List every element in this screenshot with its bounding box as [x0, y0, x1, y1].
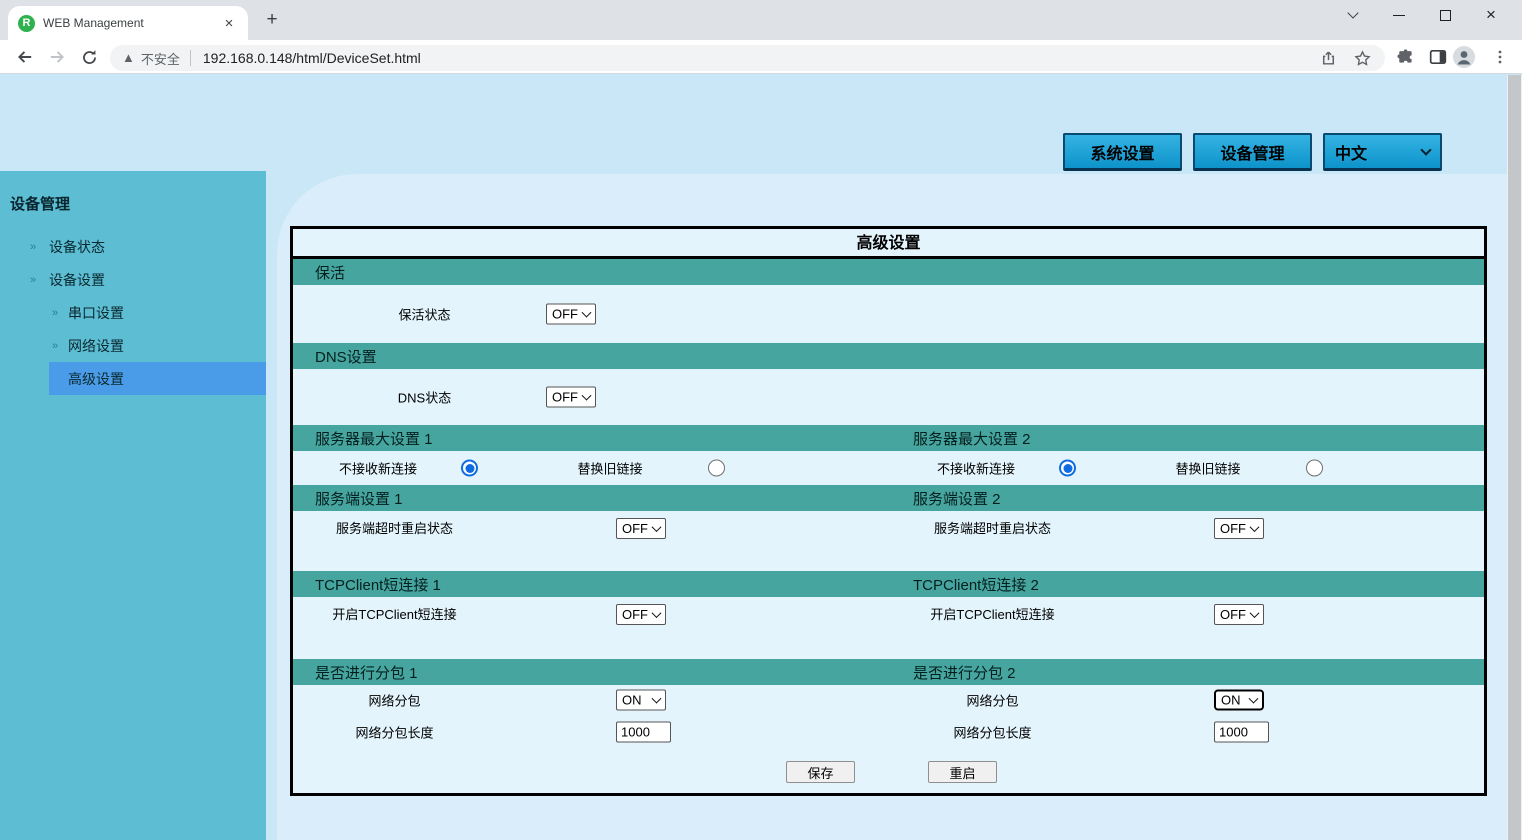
- keepalive-row: 保活状态 OFF: [293, 285, 1484, 343]
- bullet-arrow-icon: »: [52, 307, 58, 319]
- scrollbar-thumb[interactable]: [1508, 75, 1521, 840]
- not-secure-warning-icon[interactable]: ▲: [122, 50, 135, 65]
- keepalive-status-label: 保活状态: [293, 305, 556, 324]
- window-maximize-button[interactable]: [1422, 1, 1468, 29]
- server-side-row: 服务端超时重启状态 OFF 服务端超时重启状态 OFF: [293, 511, 1484, 571]
- no-new-connection-label-1: 不接收新连接: [308, 459, 448, 478]
- device-management-button[interactable]: 设备管理: [1193, 133, 1312, 171]
- server-timeout-label-1: 服务端超时重启状态: [293, 518, 496, 537]
- reload-icon[interactable]: [76, 44, 102, 70]
- tcpclient-enable-label-2: 开启TCPClient短连接: [891, 604, 1094, 623]
- section-tcpclient: TCPClient短连接 1 TCPClient短连接 2: [293, 571, 1484, 597]
- packet-enable-select-2[interactable]: ON: [1214, 690, 1264, 711]
- tab-title: WEB Management: [43, 16, 220, 30]
- language-select[interactable]: 中文: [1323, 133, 1442, 171]
- tcpclient-enable-label-1: 开启TCPClient短连接: [293, 604, 496, 623]
- forward-icon: [44, 44, 70, 70]
- dns-status-select[interactable]: OFF: [546, 387, 596, 408]
- new-tab-button[interactable]: +: [260, 8, 284, 32]
- tcpclient-row: 开启TCPClient短连接 OFF 开启TCPClient短连接 OFF: [293, 597, 1484, 659]
- replace-old-link-radio-2[interactable]: [1306, 460, 1323, 477]
- form-buttons-row: 保存 重启: [293, 749, 1484, 793]
- sidebar-item-network-settings[interactable]: » 网络设置: [0, 329, 266, 362]
- replace-old-link-label-2: 替换旧链接: [1138, 459, 1278, 478]
- sidebar: 设备管理 » 设备状态 » 设备设置 » 串口设置 » 网络设置 高级设置: [0, 171, 266, 840]
- server-timeout-label-2: 服务端超时重启状态: [891, 518, 1094, 537]
- extensions-puzzle-icon[interactable]: [1394, 45, 1418, 69]
- profile-avatar[interactable]: [1452, 45, 1476, 69]
- not-secure-label[interactable]: 不安全: [141, 49, 180, 68]
- sidebar-item-advanced-settings[interactable]: 高级设置: [0, 362, 266, 395]
- content-panel: 高级设置 保活 保活状态 OFF DNS设置 DNS状态 OFF 服务器最大设置…: [277, 174, 1507, 840]
- share-icon[interactable]: [1317, 47, 1339, 69]
- system-settings-button[interactable]: 系统设置: [1063, 133, 1182, 171]
- url-text[interactable]: 192.168.0.148/html/DeviceSet.html: [203, 50, 1305, 66]
- page-scrollbar[interactable]: [1507, 75, 1522, 840]
- bullet-arrow-icon: »: [30, 274, 36, 286]
- section-keepalive: 保活: [293, 259, 1484, 285]
- section-server-max: 服务器最大设置 1 服务器最大设置 2: [293, 425, 1484, 451]
- table-title: 高级设置: [293, 229, 1484, 259]
- tcpclient-enable-select-1[interactable]: OFF: [616, 604, 666, 625]
- packet-length-input-2[interactable]: [1214, 722, 1269, 743]
- bullet-arrow-icon: »: [30, 241, 36, 253]
- sidebar-item-serial-settings[interactable]: » 串口设置: [0, 296, 266, 329]
- back-icon[interactable]: [12, 44, 38, 70]
- tcpclient-enable-select-2[interactable]: OFF: [1214, 604, 1264, 625]
- tab-search-chevron-icon[interactable]: [1330, 1, 1376, 29]
- no-new-connection-radio-1[interactable]: [461, 460, 478, 477]
- window-close-button[interactable]: ×: [1468, 1, 1514, 29]
- packet-length-row: 网络分包长度 网络分包长度: [293, 715, 1484, 749]
- packet-enable-row: 网络分包 ON 网络分包 ON: [293, 685, 1484, 715]
- language-value: 中文: [1335, 140, 1367, 164]
- packet-length-label-1: 网络分包长度: [293, 723, 496, 742]
- server-timeout-select-2[interactable]: OFF: [1214, 518, 1264, 539]
- sidebar-menu: » 设备状态 » 设备设置 » 串口设置 » 网络设置 高级设置: [0, 230, 266, 395]
- section-dns: DNS设置: [293, 343, 1484, 369]
- no-new-connection-radio-2[interactable]: [1059, 460, 1076, 477]
- dns-row: DNS状态 OFF: [293, 369, 1484, 425]
- browser-tab-bar: R WEB Management × + ×: [0, 0, 1522, 40]
- sidebar-item-device-settings[interactable]: » 设备设置: [0, 263, 266, 296]
- bookmark-star-icon[interactable]: [1351, 47, 1373, 69]
- replace-old-link-label-1: 替换旧链接: [540, 459, 680, 478]
- web-page: 系统设置 设备管理 中文 设备管理 » 设备状态 » 设备设置 » 串口设置 »…: [0, 75, 1507, 840]
- side-panel-icon[interactable]: [1426, 45, 1450, 69]
- save-button[interactable]: 保存: [786, 761, 855, 783]
- packet-enable-select-1[interactable]: ON: [616, 690, 666, 711]
- window-minimize-button[interactable]: [1376, 1, 1422, 29]
- dns-status-label: DNS状态: [293, 388, 556, 407]
- replace-old-link-radio-1[interactable]: [708, 460, 725, 477]
- window-controls: ×: [1330, 0, 1514, 30]
- server-timeout-select-1[interactable]: OFF: [616, 518, 666, 539]
- address-bar[interactable]: ▲ 不安全 192.168.0.148/html/DeviceSet.html: [110, 45, 1385, 71]
- site-favicon-icon: R: [18, 15, 35, 32]
- section-packet: 是否进行分包 1 是否进行分包 2: [293, 659, 1484, 685]
- bullet-arrow-icon: »: [52, 340, 58, 352]
- restart-button[interactable]: 重启: [928, 761, 997, 783]
- section-server-side: 服务端设置 1 服务端设置 2: [293, 485, 1484, 511]
- url-divider: [190, 50, 191, 66]
- packet-length-label-2: 网络分包长度: [891, 723, 1094, 742]
- no-new-connection-label-2: 不接收新连接: [906, 459, 1046, 478]
- tab-close-icon[interactable]: ×: [220, 15, 238, 32]
- server-max-radio-row: 不接收新连接 替换旧链接 不接收新连接 替换旧链接: [293, 451, 1484, 485]
- advanced-settings-table: 高级设置 保活 保活状态 OFF DNS设置 DNS状态 OFF 服务器最大设置…: [290, 226, 1487, 796]
- packet-length-input-1[interactable]: [616, 722, 671, 743]
- browser-tab[interactable]: R WEB Management ×: [8, 6, 248, 40]
- packet-enable-label-1: 网络分包: [293, 691, 496, 710]
- sidebar-title: 设备管理: [0, 171, 266, 214]
- browser-menu-dots-icon[interactable]: [1488, 45, 1512, 69]
- keepalive-status-select[interactable]: OFF: [546, 304, 596, 325]
- chevron-down-icon: [1420, 144, 1431, 155]
- packet-enable-label-2: 网络分包: [891, 691, 1094, 710]
- sidebar-item-device-status[interactable]: » 设备状态: [0, 230, 266, 263]
